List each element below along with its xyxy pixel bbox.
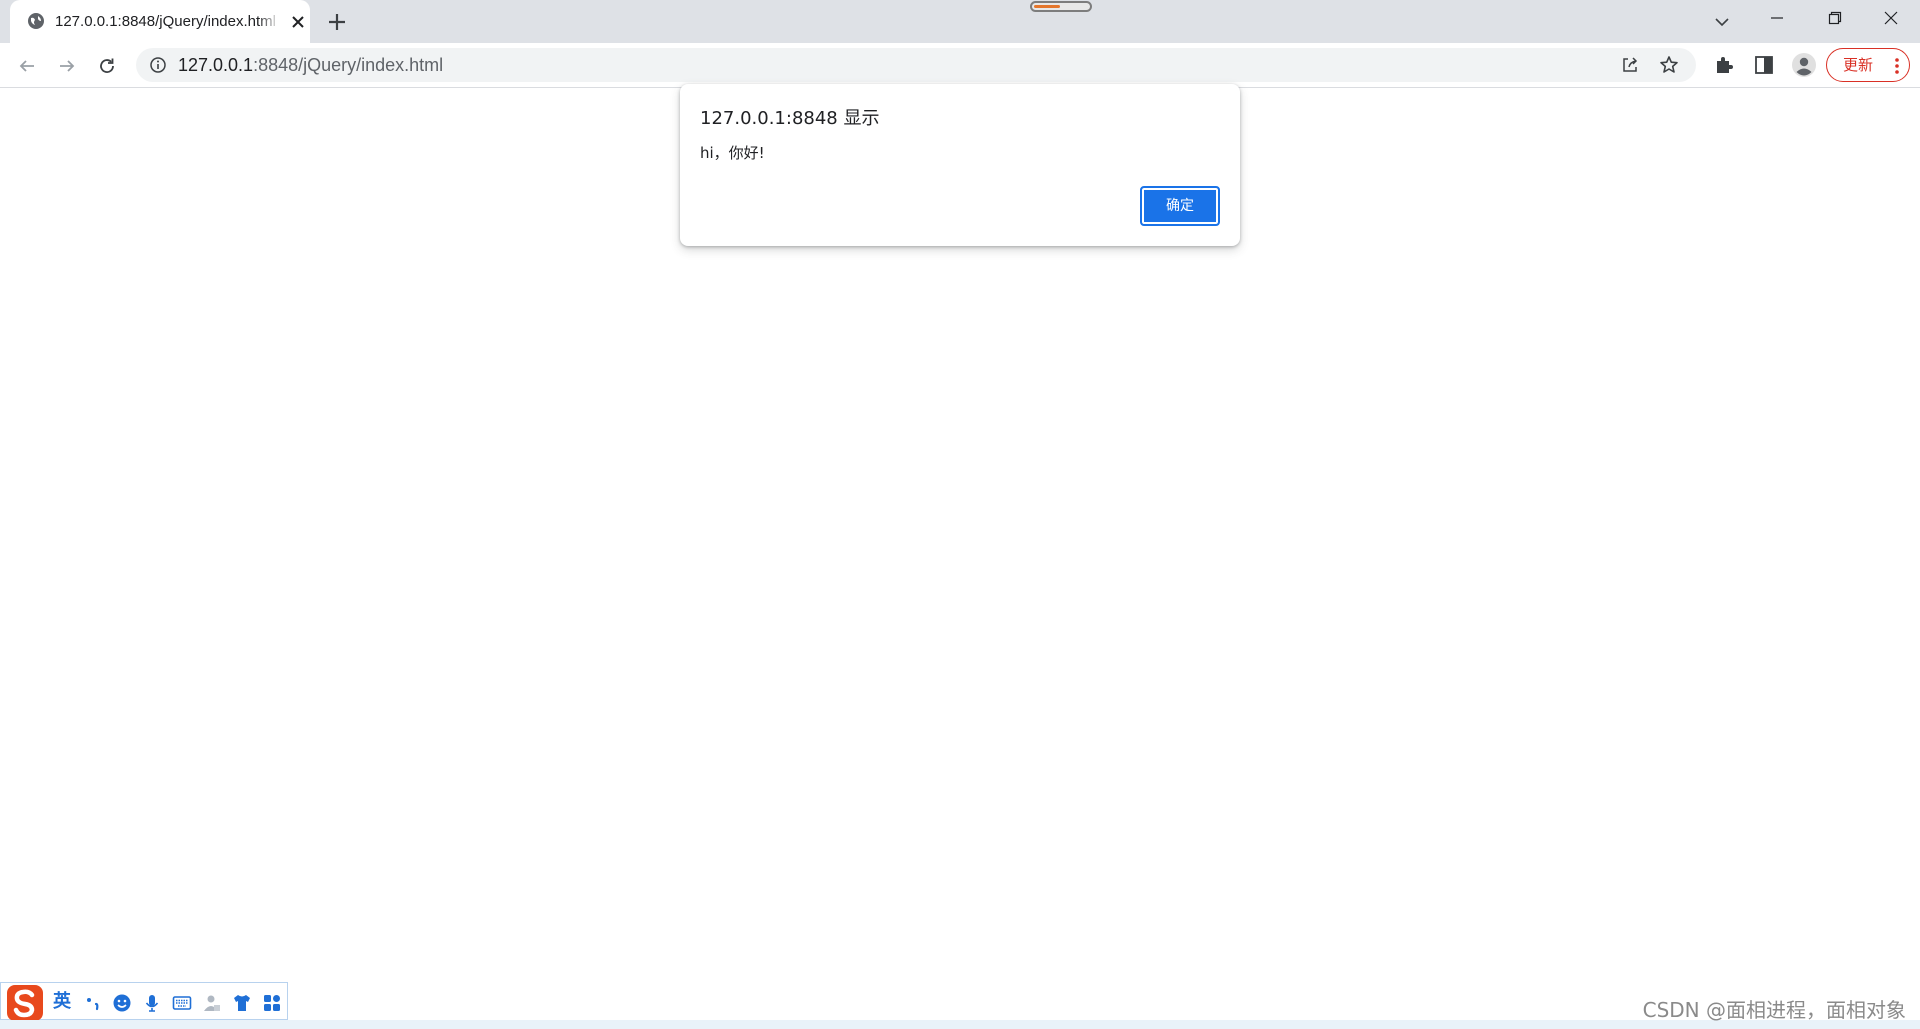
person-icon[interactable] bbox=[1791, 52, 1817, 78]
forward-button[interactable] bbox=[52, 51, 82, 81]
tab-title: 127.0.0.1:8848/jQuery/index.html bbox=[55, 13, 280, 31]
new-tab-icon[interactable] bbox=[325, 10, 349, 34]
ime-toolbar: 英 bbox=[0, 982, 288, 1023]
watermark: CSDN @面相进程，面相对象 bbox=[1642, 998, 1906, 1022]
emoji-icon[interactable] bbox=[112, 993, 132, 1013]
address-bar[interactable]: 127.0.0.1:8848/jQuery/index.html bbox=[136, 48, 1696, 82]
minimize-button[interactable] bbox=[1748, 0, 1806, 36]
sogou-logo-icon[interactable] bbox=[5, 983, 45, 1023]
microphone-icon[interactable] bbox=[142, 993, 162, 1013]
arrow-left-icon bbox=[19, 60, 34, 72]
minimize-icon bbox=[1771, 17, 1783, 19]
share-icon[interactable] bbox=[1620, 55, 1640, 75]
update-button[interactable]: 更新 bbox=[1826, 48, 1910, 82]
toolbox-icon[interactable] bbox=[262, 993, 282, 1013]
ok-button[interactable]: 确定 bbox=[1140, 186, 1220, 226]
globe-icon bbox=[28, 13, 44, 29]
drag-handle[interactable] bbox=[1030, 1, 1092, 12]
url-text[interactable]: 127.0.0.1:8848/jQuery/index.html bbox=[178, 55, 443, 75]
browser-tab[interactable]: 127.0.0.1:8848/jQuery/index.html bbox=[10, 0, 310, 43]
kebab-menu-icon bbox=[1895, 58, 1899, 74]
drag-handle-indicator bbox=[1034, 5, 1060, 8]
close-window-button[interactable] bbox=[1862, 0, 1920, 36]
chevron-down-icon[interactable] bbox=[1708, 8, 1736, 36]
skin-shirt-icon[interactable] bbox=[232, 993, 252, 1013]
side-panel-icon[interactable] bbox=[1753, 54, 1775, 76]
reload-icon bbox=[100, 58, 114, 73]
ime-mode-label[interactable]: 英 bbox=[53, 992, 71, 1012]
taskbar-strip bbox=[0, 1020, 1920, 1029]
tab-strip: 127.0.0.1:8848/jQuery/index.html bbox=[0, 0, 1920, 43]
puzzle-icon[interactable] bbox=[1713, 54, 1735, 76]
arrow-right-icon bbox=[60, 60, 75, 72]
restore-button[interactable] bbox=[1806, 0, 1864, 36]
user-icon[interactable] bbox=[202, 993, 222, 1013]
url-path: :8848/jQuery/index.html bbox=[253, 55, 444, 75]
reload-button[interactable] bbox=[92, 51, 122, 81]
update-button-label: 更新 bbox=[1843, 56, 1874, 74]
dialog-message: hi，你好! bbox=[700, 144, 765, 162]
keyboard-icon[interactable] bbox=[172, 993, 192, 1013]
browser-toolbar: 127.0.0.1:8848/jQuery/index.html 更新 bbox=[0, 43, 1920, 88]
alert-dialog: 127.0.0.1:8848 显示 hi，你好! 确定 bbox=[680, 84, 1240, 246]
restore-icon bbox=[1828, 11, 1842, 25]
info-icon[interactable] bbox=[149, 56, 167, 74]
dialog-title: 127.0.0.1:8848 显示 bbox=[700, 108, 880, 129]
star-icon[interactable] bbox=[1658, 54, 1680, 76]
url-host: 127.0.0.1 bbox=[178, 55, 254, 75]
back-button[interactable] bbox=[12, 51, 42, 81]
close-icon bbox=[1884, 11, 1898, 25]
punctuation-icon[interactable] bbox=[83, 993, 103, 1013]
close-tab-icon[interactable] bbox=[288, 12, 308, 32]
